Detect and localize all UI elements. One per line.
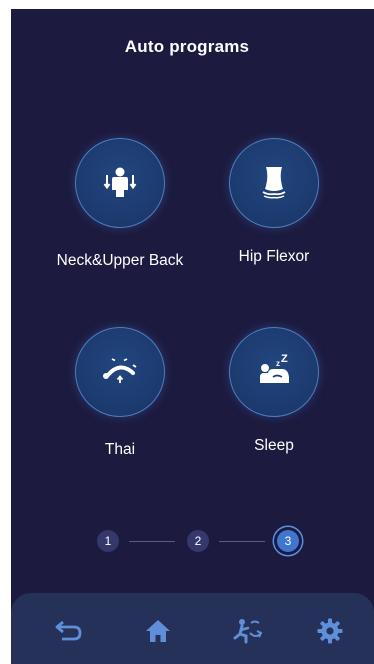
step-connector	[129, 541, 175, 542]
program-hip-flexor[interactable]: Hip Flexor	[194, 138, 354, 266]
back-arrow-icon	[54, 618, 84, 649]
program-button[interactable]: z Z	[229, 327, 319, 417]
pagination-stepper: 1 2 3	[11, 525, 374, 557]
program-button[interactable]	[75, 327, 165, 417]
page-step-2[interactable]: 2	[187, 530, 209, 552]
bottom-nav-bar	[11, 593, 374, 664]
program-button[interactable]	[229, 138, 319, 228]
massage-icon	[231, 617, 263, 650]
svg-text:Z: Z	[281, 353, 288, 365]
program-thai[interactable]: Thai	[40, 327, 200, 459]
settings-gear-icon	[316, 617, 344, 650]
settings-button[interactable]	[310, 613, 350, 653]
home-icon	[144, 618, 172, 649]
page-step-3[interactable]: 3	[277, 530, 299, 552]
program-label: Sleep	[254, 437, 294, 454]
sleep-icon: z Z	[254, 353, 294, 392]
thai-stretch-icon	[100, 355, 140, 390]
svg-text:z: z	[276, 359, 280, 368]
step-connector	[219, 541, 265, 542]
back-button[interactable]	[49, 613, 89, 653]
page-step-1[interactable]: 1	[97, 530, 119, 552]
neck-upper-back-icon	[102, 163, 138, 204]
program-label: Hip Flexor	[238, 248, 310, 265]
program-label: Neck&Upper Back	[56, 252, 184, 269]
program-neck-upper-back[interactable]: Neck&Upper Back	[40, 138, 200, 270]
program-label: Thai	[104, 441, 136, 458]
hip-flexor-icon	[256, 163, 292, 204]
app-screen: Auto programs Neck&Upper Back Hip Flexor…	[11, 9, 374, 664]
home-button[interactable]	[138, 613, 178, 653]
massage-button[interactable]	[227, 613, 267, 653]
program-sleep[interactable]: z Z Sleep	[194, 327, 354, 455]
program-button[interactable]	[75, 138, 165, 228]
page-title: Auto programs	[124, 37, 250, 56]
